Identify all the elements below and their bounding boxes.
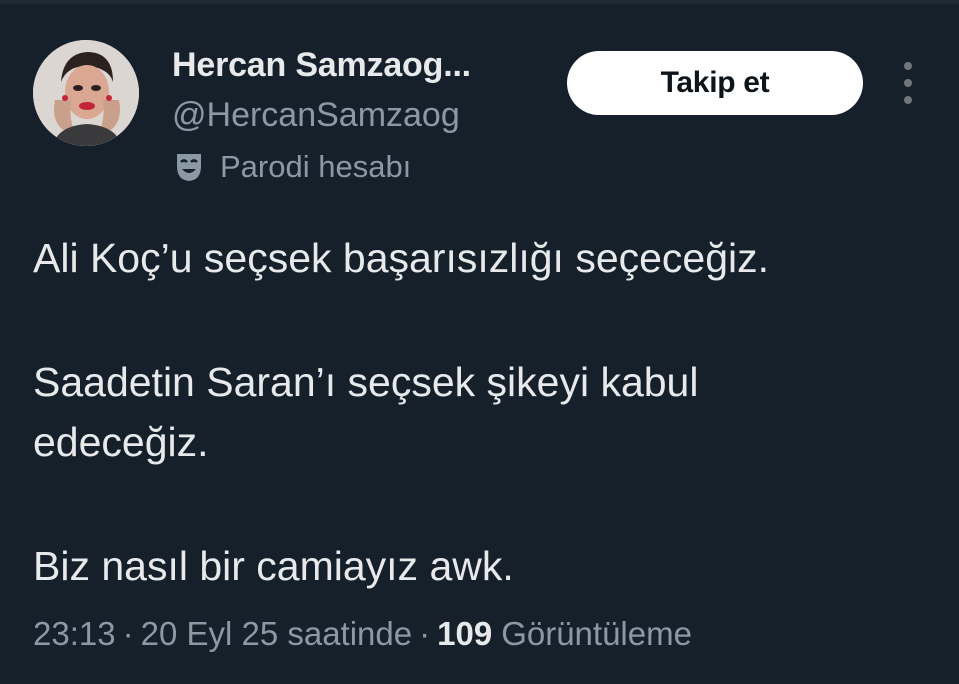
tweet-time[interactable]: 23:13 — [33, 615, 116, 653]
more-vertical-icon[interactable] — [896, 62, 920, 104]
tweet-text-line: edeceğiz. — [33, 419, 209, 465]
follow-button[interactable]: Takip et — [567, 51, 863, 115]
tweet-text-line: Saadetin Saran’ı seçsek şikeyi kabul — [33, 359, 699, 405]
parody-account-label: Parodi hesabı — [172, 145, 411, 189]
tweet-meta: 23:13 · 20 Eyl 25 saatinde · 109 Görüntü… — [33, 615, 692, 653]
meta-separator: · — [122, 615, 134, 652]
meta-separator: · — [419, 615, 431, 652]
theater-mask-icon — [172, 150, 206, 184]
views-label[interactable]: Görüntüleme — [501, 615, 692, 653]
top-divider — [0, 0, 959, 4]
author-handle[interactable]: @HercanSamzaog — [172, 96, 460, 135]
views-count[interactable]: 109 — [437, 615, 492, 653]
avatar-image — [33, 40, 139, 146]
tweet-date[interactable]: 20 Eyl 25 saatinde — [141, 615, 413, 653]
tweet-card: Hercan Samzaog... @HercanSamzaog Parodi … — [0, 0, 959, 684]
tweet-text-line: Ali Koç’u seçsek başarısızlığı seçeceğiz… — [33, 235, 770, 281]
author-display-name[interactable]: Hercan Samzaog... — [172, 46, 471, 85]
tweet-text-line: Biz nasıl bir camiayız awk. — [33, 543, 514, 589]
avatar[interactable] — [33, 40, 139, 146]
parody-label-text: Parodi hesabı — [220, 149, 412, 184]
